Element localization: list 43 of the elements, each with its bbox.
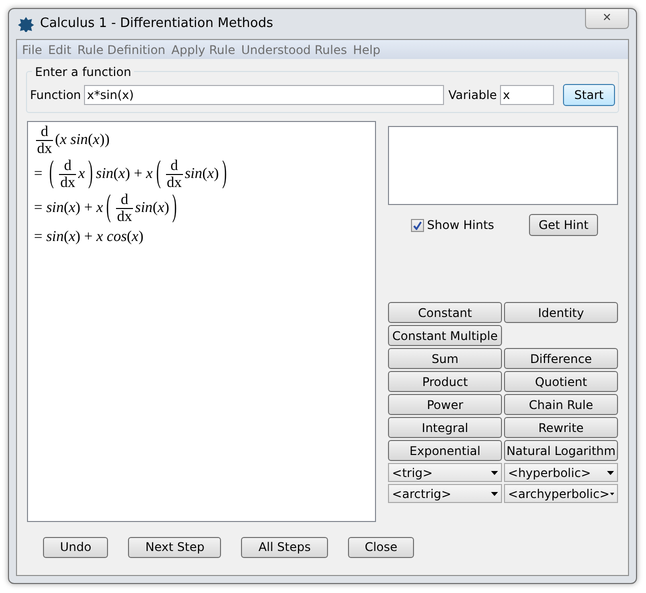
rule-dropdown[interactable]: <trig>	[388, 463, 502, 482]
show-hints-label: Show Hints	[427, 217, 494, 234]
rule-button[interactable]: Power	[388, 394, 502, 415]
rule-button[interactable]: Exponential	[388, 440, 502, 461]
rule-button[interactable]: Product	[388, 371, 502, 392]
menu-item[interactable]: Help	[350, 40, 384, 58]
menu-item[interactable]: Apply Rule	[168, 40, 238, 58]
menu-item[interactable]: Understood Rules	[238, 40, 350, 58]
variable-field[interactable]: x	[500, 84, 554, 104]
action-button[interactable]: Close	[348, 536, 414, 558]
rule-button[interactable]: Quotient	[504, 371, 618, 392]
rule-dropdown[interactable]: <archyperbolic>	[504, 484, 618, 503]
rule-button[interactable]: Rewrite	[504, 417, 618, 438]
rule-button[interactable]: Chain Rule	[504, 394, 618, 415]
close-button[interactable]: ✕	[585, 9, 629, 29]
rule-button[interactable]: Identity	[504, 302, 618, 323]
action-button[interactable]: Undo	[43, 536, 108, 558]
caret-icon	[610, 492, 614, 496]
rule-button[interactable]: Difference	[504, 348, 618, 369]
formula-line: = sin(x) + x cos(x)	[34, 228, 144, 247]
function-label: Function	[30, 86, 82, 104]
caret-icon	[607, 470, 614, 474]
rule-button[interactable]: Constant	[388, 302, 502, 323]
rule-button[interactable]: Natural Logarithm	[504, 440, 618, 461]
menu-item[interactable]: Rule Definition	[74, 40, 168, 58]
variable-label: Variable	[448, 86, 497, 104]
get-hint-button[interactable]: Get Hint	[529, 214, 598, 236]
rule-button[interactable]: Sum	[388, 348, 502, 369]
show-hints-checkbox[interactable]	[411, 218, 424, 232]
rule-button[interactable]: Integral	[388, 417, 502, 438]
caret-icon	[491, 492, 498, 496]
menu-item[interactable]: File	[19, 40, 46, 58]
rule-dropdown[interactable]: <hyperbolic>	[504, 463, 618, 482]
rule-button[interactable]: Constant Multiple	[388, 325, 502, 346]
function-field[interactable]: x*sin(x)	[84, 84, 444, 104]
window-title: Calculus 1 - Differentiation Methods	[40, 15, 274, 34]
caret-icon	[491, 470, 498, 474]
action-button[interactable]: Next Step	[128, 536, 222, 558]
start-button[interactable]: Start	[562, 84, 615, 106]
rule-dropdown[interactable]: <arctrig>	[388, 484, 502, 503]
action-button[interactable]: All Steps	[241, 536, 328, 558]
menu-item[interactable]: Edit	[45, 40, 74, 58]
app-icon	[18, 16, 34, 32]
